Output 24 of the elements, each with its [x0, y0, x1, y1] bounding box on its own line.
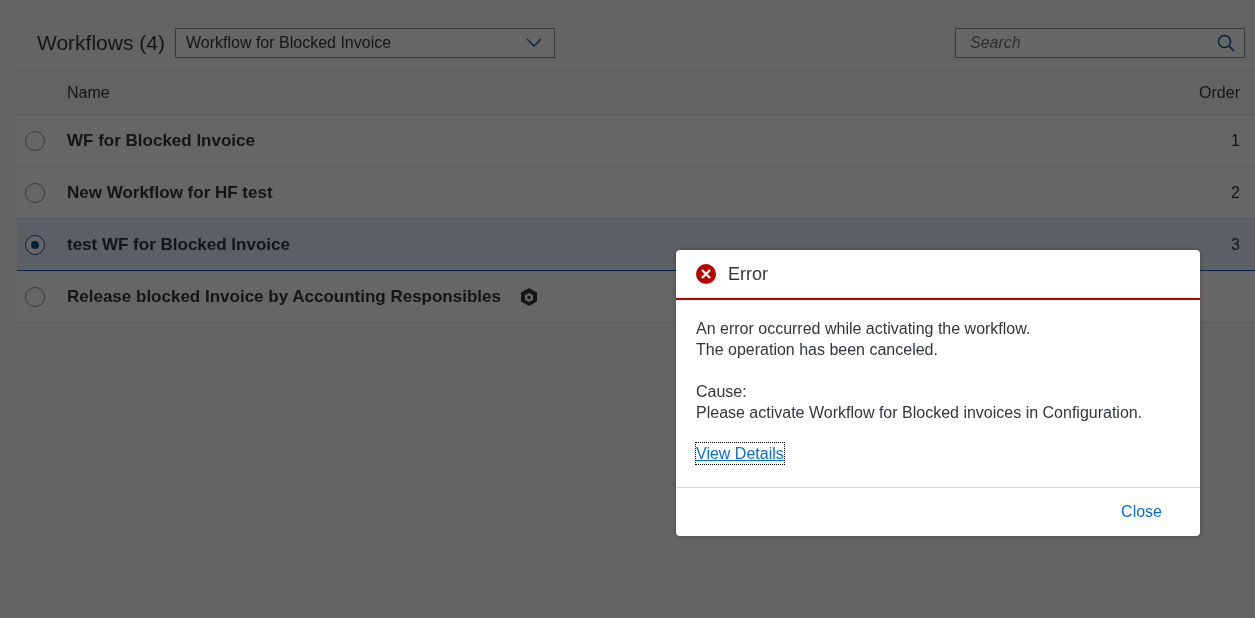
view-details-link[interactable]: View Details: [696, 443, 784, 464]
workflow-name: WF for Blocked Invoice: [67, 130, 255, 151]
radio-button[interactable]: [25, 130, 45, 151]
radio-button[interactable]: [25, 234, 45, 255]
workflow-name: New Workflow for HF test: [67, 182, 273, 203]
workflow-name: Release blocked Invoice by Accounting Responsibles: [67, 286, 501, 307]
order-number: 2: [1231, 183, 1240, 202]
cause-text: Please activate Workflow for Blocked invoices in Configuration.: [696, 403, 1144, 423]
error-icon: [696, 264, 716, 284]
chevron-down-icon: [525, 38, 542, 48]
order-number: 1: [1231, 131, 1240, 150]
column-header: Name: [67, 83, 110, 102]
search-field[interactable]: Search: [955, 28, 1245, 58]
order-number: 3: [1231, 235, 1240, 254]
workflow-select[interactable]: Workflow for Blocked Invoice: [174, 28, 555, 58]
radio-button[interactable]: [25, 182, 45, 203]
close-button[interactable]: Close: [1111, 497, 1172, 527]
page-title: Workflows (4): [37, 31, 165, 55]
column-header: Order: [1199, 83, 1240, 102]
radio-button[interactable]: [25, 286, 45, 307]
search-icon[interactable]: [1217, 34, 1235, 52]
cause-label: Cause:: [696, 382, 748, 402]
workflow-name: test WF for Blocked Invoice: [67, 234, 290, 255]
error-message: The operation has been canceled.: [696, 340, 939, 360]
